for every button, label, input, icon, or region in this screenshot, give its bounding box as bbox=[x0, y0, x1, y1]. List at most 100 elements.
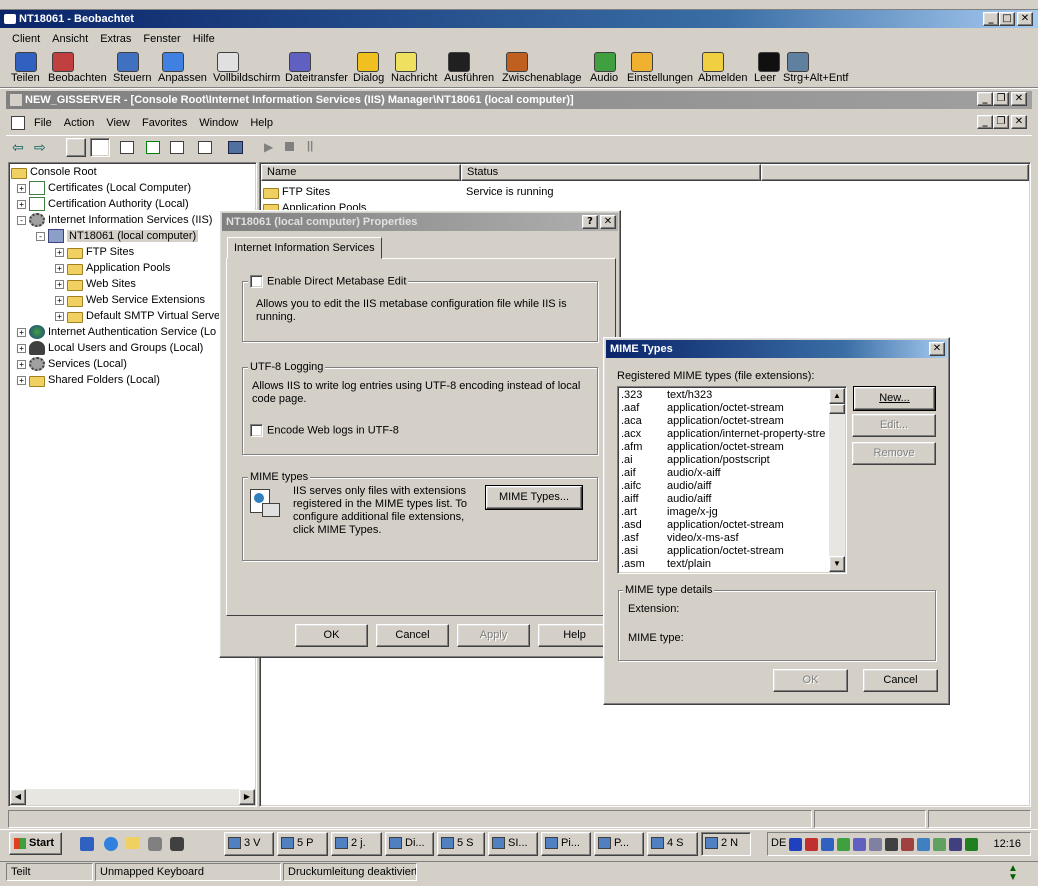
taskbar-button[interactable]: 5 P bbox=[277, 832, 328, 856]
mime-close-button[interactable]: ✕ bbox=[929, 342, 945, 356]
tray-icon[interactable] bbox=[821, 838, 834, 851]
share-icon[interactable] bbox=[15, 52, 37, 72]
explorer-icon[interactable] bbox=[126, 837, 140, 849]
tray-icon[interactable] bbox=[901, 838, 914, 851]
metabase-checkbox-row[interactable]: Enable Direct Metabase Edit bbox=[248, 275, 409, 288]
expand-icon[interactable]: + bbox=[17, 183, 26, 193]
menu-extras[interactable]: Extras bbox=[94, 30, 137, 48]
toolbar-logout-label[interactable]: Abmelden bbox=[698, 72, 748, 84]
scroll-thumb[interactable] bbox=[829, 404, 845, 414]
network-icon[interactable] bbox=[148, 837, 162, 851]
list-item[interactable]: .aca application/octet-stream bbox=[621, 415, 826, 428]
toolbar-control-label[interactable]: Steuern bbox=[113, 72, 152, 84]
taskbar-button[interactable]: Pi... bbox=[541, 832, 591, 856]
app-maximize-button[interactable]: □ bbox=[999, 12, 1015, 26]
tree-item[interactable]: + Certification Authority (Local) bbox=[17, 196, 189, 212]
column-header-status[interactable]: Status bbox=[461, 164, 761, 181]
mmc-close-button[interactable]: ✕ bbox=[1011, 92, 1027, 106]
tree-item[interactable]: + Web Service Extensions bbox=[55, 292, 205, 308]
dialog-icon[interactable] bbox=[357, 52, 379, 72]
taskbar-button[interactable]: 2 N bbox=[701, 832, 751, 856]
list-item[interactable]: .aifc audio/aiff bbox=[621, 480, 826, 493]
tree-item[interactable]: + Certificates (Local Computer) bbox=[17, 180, 191, 196]
tray-icon[interactable] bbox=[789, 838, 802, 851]
menu-fenster[interactable]: Fenster bbox=[137, 30, 186, 48]
utf-checkbox-row[interactable]: Encode Web logs in UTF-8 bbox=[250, 424, 399, 437]
tray-icon[interactable] bbox=[965, 838, 978, 851]
toolbar-adjust-label[interactable]: Anpassen bbox=[158, 72, 207, 84]
tree-item[interactable]: + Local Users and Groups (Local) bbox=[17, 340, 203, 356]
tools-icon[interactable] bbox=[170, 837, 184, 851]
taskbar-button[interactable]: P... bbox=[594, 832, 644, 856]
properties-close-button[interactable]: ✕ bbox=[600, 215, 616, 229]
menu-action[interactable]: Action bbox=[58, 114, 101, 132]
expand-icon[interactable]: + bbox=[17, 343, 26, 353]
show-tree-icon[interactable] bbox=[90, 138, 110, 157]
message-icon[interactable] bbox=[395, 52, 417, 72]
logout-icon[interactable] bbox=[702, 52, 724, 72]
export-list-icon[interactable] bbox=[170, 141, 184, 154]
list-item[interactable]: .asm text/plain bbox=[621, 558, 826, 571]
scroll-up-button[interactable]: ▲ bbox=[829, 388, 845, 404]
mime-ok-button[interactable]: OK bbox=[773, 669, 848, 692]
mime-types-button[interactable]: MIME Types... bbox=[485, 485, 583, 510]
tree-item[interactable]: + Application Pools bbox=[55, 260, 170, 276]
start-button[interactable]: Start bbox=[9, 832, 62, 855]
pause-icon[interactable]: || bbox=[307, 140, 313, 152]
tree-item[interactable]: - NT18061 (local computer) bbox=[36, 228, 199, 244]
taskbar-button[interactable]: 4 S bbox=[647, 832, 698, 856]
tree-item[interactable]: + Shared Folders (Local) bbox=[17, 372, 160, 388]
tree-hscrollbar[interactable]: ◀ ▶ bbox=[10, 789, 255, 805]
mime-list-vscrollbar[interactable]: ▲ ▼ bbox=[829, 388, 845, 572]
clipboard-icon[interactable] bbox=[506, 52, 528, 72]
tree-item[interactable]: + Internet Authentication Service (Lo bbox=[17, 324, 216, 340]
toolbar-share-label[interactable]: Teilen bbox=[11, 72, 40, 84]
tray-icon[interactable] bbox=[837, 838, 850, 851]
toolbar-message-label[interactable]: Nachricht bbox=[391, 72, 437, 84]
scroll-right-button[interactable]: ▶ bbox=[239, 789, 255, 805]
toolbar-audio-label[interactable]: Audio bbox=[590, 72, 618, 84]
expand-icon[interactable]: + bbox=[17, 199, 26, 209]
ok-button[interactable]: OK bbox=[295, 624, 368, 647]
ie-icon[interactable] bbox=[104, 837, 118, 851]
control-icon[interactable] bbox=[117, 52, 139, 72]
properties-icon[interactable] bbox=[120, 141, 134, 154]
tray-icon[interactable] bbox=[853, 838, 866, 851]
mime-cancel-button[interactable]: Cancel bbox=[863, 669, 938, 692]
collapse-icon[interactable]: - bbox=[17, 215, 26, 225]
expand-icon[interactable]: + bbox=[55, 247, 64, 257]
toolbar-run-label[interactable]: Ausführen bbox=[444, 72, 494, 84]
mmc-restore-button[interactable]: ❐ bbox=[993, 92, 1009, 106]
remove-mime-button[interactable]: Remove bbox=[852, 442, 936, 465]
stop-icon[interactable] bbox=[285, 142, 294, 151]
audio-icon[interactable] bbox=[594, 52, 616, 72]
scroll-down-button[interactable]: ▼ bbox=[829, 556, 845, 572]
computer-icon[interactable] bbox=[228, 141, 243, 154]
expand-icon[interactable]: + bbox=[17, 327, 26, 337]
list-item[interactable]: .asd application/octet-stream bbox=[621, 519, 826, 532]
tree-item[interactable]: - Internet Information Services (IIS) bbox=[17, 212, 212, 228]
toolbar-clipboard-label[interactable]: Zwischenablage bbox=[502, 72, 582, 84]
metabase-checkbox[interactable] bbox=[250, 275, 263, 288]
toolbar-watch-label[interactable]: Beobachten bbox=[48, 72, 107, 84]
menu-hilfe[interactable]: Hilfe bbox=[187, 30, 221, 48]
list-item[interactable]: .aiff audio/aiff bbox=[621, 493, 826, 506]
list-item[interactable]: .afm application/octet-stream bbox=[621, 441, 826, 454]
child-close-button[interactable]: ✕ bbox=[1011, 115, 1027, 129]
taskbar-button[interactable]: 2 j. bbox=[331, 832, 382, 856]
menu-window[interactable]: Window bbox=[193, 114, 244, 132]
back-icon[interactable]: ⇦ bbox=[12, 140, 24, 154]
app-minimize-button[interactable]: _ bbox=[983, 12, 999, 26]
toolbar-dialog-label[interactable]: Dialog bbox=[353, 72, 384, 84]
list-item[interactable]: .aaf application/octet-stream bbox=[621, 402, 826, 415]
help-icon[interactable] bbox=[198, 141, 212, 154]
toolbar-file-transfer-label[interactable]: Dateitransfer bbox=[285, 72, 348, 84]
apply-button[interactable]: Apply bbox=[457, 624, 530, 647]
tray-icon[interactable] bbox=[949, 838, 962, 851]
new-mime-button[interactable]: New... bbox=[853, 386, 936, 411]
list-item[interactable]: .asf video/x-ms-asf bbox=[621, 532, 826, 545]
list-item[interactable]: .aif audio/x-aiff bbox=[621, 467, 826, 480]
toolbar-fullscreen-label[interactable]: Vollbildschirm bbox=[213, 72, 280, 84]
up-folder-icon[interactable] bbox=[66, 138, 86, 157]
refresh-icon[interactable] bbox=[146, 141, 160, 154]
